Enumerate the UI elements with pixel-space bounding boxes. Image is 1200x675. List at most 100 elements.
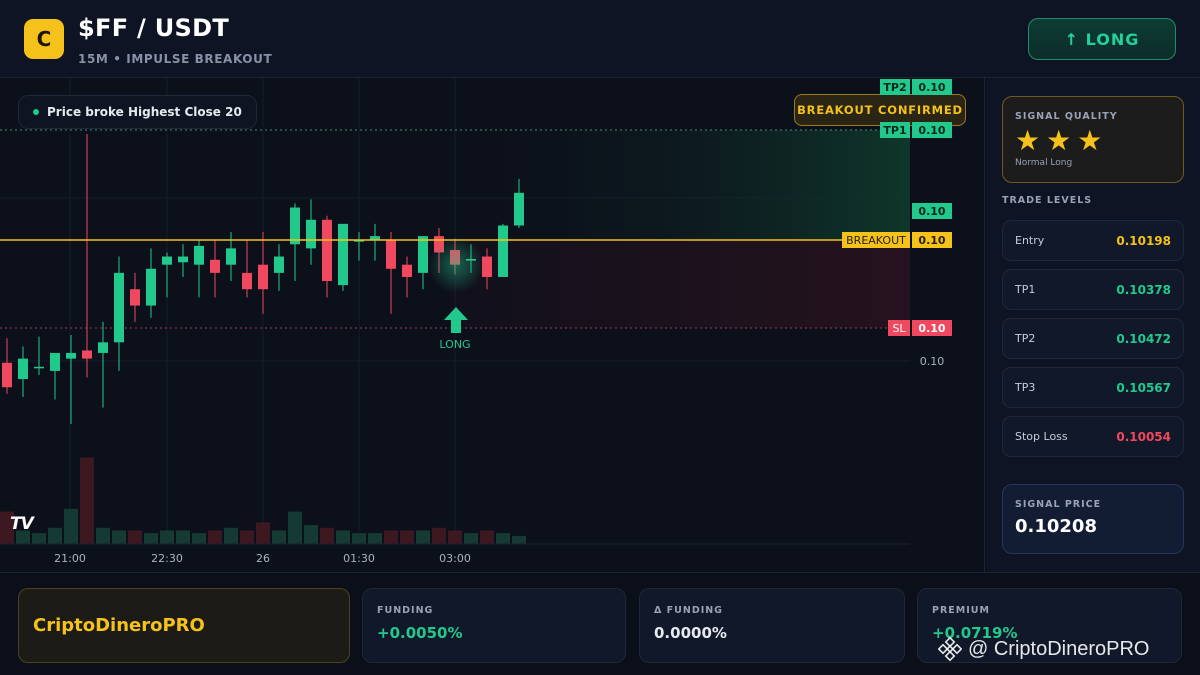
status-dot-icon — [33, 109, 39, 115]
level-value: 0.10054 — [1116, 429, 1171, 444]
candle — [178, 244, 188, 277]
volume-bar — [256, 522, 270, 544]
volume-bar — [80, 457, 94, 544]
candle — [322, 215, 332, 298]
price-axis-label: 0.10 — [919, 354, 945, 368]
level-name: TP2 — [1015, 332, 1036, 345]
level-name: TP3 — [1015, 381, 1036, 394]
signal-quality-label: SIGNAL QUALITY — [1015, 111, 1118, 122]
long-button[interactable]: ↑ LONG — [1028, 18, 1176, 60]
volume-bar — [400, 530, 414, 544]
volume-bar — [336, 530, 350, 544]
funding-value: +0.0050% — [377, 624, 463, 642]
price-chart[interactable]: LONG 21:00 22:30 26 01:30 03:00 Price broke … — [0, 78, 985, 572]
star-icon: ★ — [1077, 124, 1103, 157]
candle — [34, 336, 44, 375]
time-tick: 22:30 — [151, 552, 183, 565]
volume-bar — [368, 533, 382, 544]
time-tick: 03:00 — [439, 552, 471, 565]
volume-bar — [448, 530, 462, 544]
breakout-tag-label: BREAKOUT — [842, 232, 910, 248]
header: C $FF / USDT 15M • IMPULSE BREAKOUT ↑ LO… — [0, 0, 1200, 78]
volume-bar — [64, 508, 78, 544]
volume-bar — [320, 527, 334, 544]
volume-bar — [304, 525, 318, 544]
candle — [306, 199, 316, 265]
info-text: Price broke Highest Close 20 — [47, 105, 242, 119]
long-signal-label: LONG — [439, 338, 470, 351]
candle — [50, 352, 60, 400]
volume-bar — [32, 533, 46, 544]
rating-stars: ★ ★ ★ — [1015, 126, 1171, 156]
current-price-tag: 0.10 — [912, 203, 952, 219]
candle — [18, 346, 28, 398]
time-axis: 21:00 22:30 26 01:30 03:00 — [54, 552, 471, 565]
tp1-tag-value: 0.10 — [912, 122, 952, 138]
tp1-tag-label: TP1 — [880, 122, 910, 138]
volume-bar — [224, 527, 238, 544]
candle — [402, 256, 412, 298]
candle — [146, 248, 156, 318]
volume-bar — [496, 533, 510, 544]
candle — [242, 240, 252, 298]
candle — [194, 240, 204, 298]
volume-bar — [96, 527, 110, 544]
signal-price-card: SIGNAL PRICE 0.10208 — [1002, 484, 1184, 554]
candle — [162, 252, 172, 298]
level-row-stop-loss: Stop Loss 0.10054 — [1002, 416, 1184, 457]
candle — [354, 232, 364, 261]
volume-bar — [352, 533, 366, 544]
watermark: @ CriptoDineroPRO — [938, 636, 1149, 662]
candle — [66, 334, 76, 424]
volume-bar — [480, 530, 494, 544]
volume-bar — [384, 530, 398, 544]
delta-funding-card: Δ FUNDING 0.0000% — [639, 588, 905, 663]
tp2-tag-value: 0.10 — [912, 79, 952, 95]
stop-loss-zone — [450, 240, 910, 328]
level-name: TP1 — [1015, 283, 1036, 296]
candle — [370, 223, 380, 261]
level-row-tp2: TP2 0.10472 — [1002, 318, 1184, 359]
volume-bar — [512, 535, 526, 544]
level-value: 0.10378 — [1116, 282, 1171, 297]
volume-bar — [288, 511, 302, 544]
level-value: 0.10472 — [1116, 331, 1171, 346]
tradingview-logo-icon: TV — [10, 514, 34, 534]
signal-quality-card: SIGNAL QUALITY ★ ★ ★ Normal Long — [1002, 96, 1184, 183]
level-value: 0.10198 — [1116, 233, 1171, 248]
candle — [258, 232, 268, 314]
signal-quality-note: Normal Long — [1015, 158, 1073, 168]
volume-bar — [160, 530, 174, 544]
coin-logo-icon: C — [24, 19, 64, 59]
candle — [498, 223, 508, 277]
time-tick: 21:00 — [54, 552, 86, 565]
time-tick: 01:30 — [343, 552, 375, 565]
info-pill: Price broke Highest Close 20 — [18, 95, 257, 129]
pair-subtitle: 15M • IMPULSE BREAKOUT — [78, 52, 273, 66]
sl-tag-label: SL — [888, 320, 910, 336]
brand-card: CriptoDineroPRO — [18, 588, 350, 663]
level-name: Stop Loss — [1015, 430, 1068, 443]
volume-bar — [192, 533, 206, 544]
volume-bar — [416, 530, 430, 544]
level-row-tp3: TP3 0.10567 — [1002, 367, 1184, 408]
star-icon: ★ — [1015, 124, 1041, 157]
candle — [290, 203, 300, 282]
volume-bar — [112, 530, 126, 544]
candle — [130, 272, 140, 322]
volume-bar — [144, 533, 158, 544]
premium-label: PREMIUM — [932, 605, 990, 616]
candle — [114, 256, 124, 371]
funding-label: FUNDING — [377, 605, 434, 616]
candle — [418, 236, 428, 290]
candle — [274, 244, 284, 291]
candle — [2, 338, 12, 394]
volume-bar — [464, 533, 478, 544]
volume-bar — [432, 527, 446, 544]
level-name: Entry — [1015, 234, 1045, 247]
volume-bar — [208, 530, 222, 544]
signal-glow — [428, 237, 484, 293]
candlestick-chart: LONG 21:00 22:30 26 01:30 03:00 — [0, 78, 910, 565]
breakout-tag-value: 0.10 — [912, 232, 952, 248]
pair-title: $FF / USDT — [78, 14, 230, 42]
